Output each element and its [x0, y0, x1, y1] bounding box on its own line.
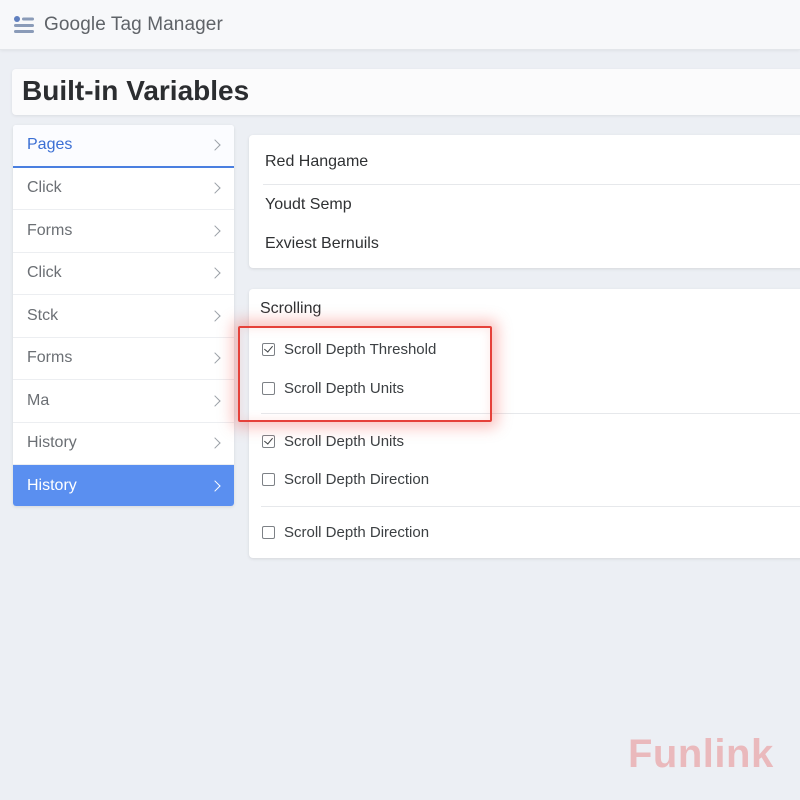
sidebar-item-label: Click: [27, 264, 62, 282]
section-title: Scrolling: [260, 300, 322, 317]
scroll-depth-direction-option[interactable]: Scroll Depth Direction: [262, 471, 429, 488]
sidebar-item-click[interactable]: Click: [13, 168, 234, 210]
chevron-right-icon: [209, 395, 221, 407]
chevron-right-icon: [209, 225, 221, 237]
sidebar-item-label: Ma: [27, 391, 50, 409]
scrolling-section-card: Scrolling Scroll Depth Threshold Scroll …: [249, 289, 800, 558]
list-item[interactable]: Red Hangame: [265, 153, 368, 171]
divider: [261, 413, 800, 414]
sidebar-item-label: History: [27, 434, 77, 452]
chevron-right-icon: [209, 182, 221, 194]
sidebar-item-label: Pages: [27, 136, 73, 154]
chevron-right-icon: [209, 310, 221, 322]
chevron-right-icon: [209, 352, 221, 364]
sidebar-item-pages[interactable]: Pages: [13, 125, 234, 168]
checkbox-unchecked[interactable]: [262, 526, 275, 539]
checkbox-checked[interactable]: [262, 343, 275, 356]
sidebar-item-label: Forms: [27, 349, 73, 367]
checkbox-unchecked[interactable]: [262, 382, 275, 395]
scroll-depth-units-option-2[interactable]: Scroll Depth Units: [262, 433, 404, 450]
scroll-depth-threshold-option[interactable]: Scroll Depth Threshold: [262, 341, 436, 358]
checkbox-label: Scroll Depth Direction: [284, 471, 430, 488]
checkbox-unchecked[interactable]: [262, 473, 275, 486]
checkbox-label: Scroll Depth Units: [284, 433, 405, 450]
scroll-depth-units-option[interactable]: Scroll Depth Units: [262, 380, 404, 397]
app-header: Google Tag Manager: [0, 0, 800, 50]
app-title: Google Tag Manager: [44, 14, 223, 35]
sidebar-item-stck[interactable]: Stck: [13, 295, 234, 338]
tag-manager-menu-icon[interactable]: [13, 15, 35, 35]
list-item[interactable]: Youdt Semp: [265, 196, 352, 214]
sidebar-item-history[interactable]: History: [13, 423, 234, 465]
checkbox-label: Scroll Depth Units: [284, 380, 405, 397]
checkbox-checked[interactable]: [262, 435, 275, 448]
sidebar-item-history-active[interactable]: History: [13, 465, 234, 506]
chevron-right-icon: [209, 480, 221, 492]
checkbox-label: Scroll Depth Threshold: [284, 341, 437, 358]
sidebar-item-label: History: [27, 477, 77, 495]
page-title-card: Built-in Variables: [12, 69, 800, 115]
sidebar-item-forms-2[interactable]: Forms: [13, 338, 234, 380]
chevron-right-icon: [209, 139, 221, 151]
sidebar-item-label: Forms: [27, 221, 73, 239]
chevron-right-icon: [209, 267, 221, 279]
chevron-right-icon: [209, 437, 221, 449]
watermark: Funlink: [628, 732, 774, 776]
divider: [261, 506, 800, 507]
sidebar-item-label: Click: [27, 179, 62, 197]
variables-list-card: Red Hangame Youdt Semp Exviest Bernuils: [249, 135, 800, 268]
list-item[interactable]: Exviest Bernuils: [265, 235, 379, 253]
checkbox-label: Scroll Depth Direction: [284, 524, 430, 541]
variable-category-sidebar: Pages Click Forms Click Stck Forms Ma Hi…: [13, 125, 234, 506]
sidebar-item-ma[interactable]: Ma: [13, 380, 234, 423]
scroll-depth-direction-option-2[interactable]: Scroll Depth Direction: [262, 524, 429, 541]
page-title: Built-in Variables: [22, 75, 250, 106]
sidebar-item-forms[interactable]: Forms: [13, 210, 234, 253]
sidebar-item-label: Stck: [27, 306, 59, 324]
divider: [263, 184, 800, 185]
sidebar-item-click-2[interactable]: Click: [13, 253, 234, 295]
